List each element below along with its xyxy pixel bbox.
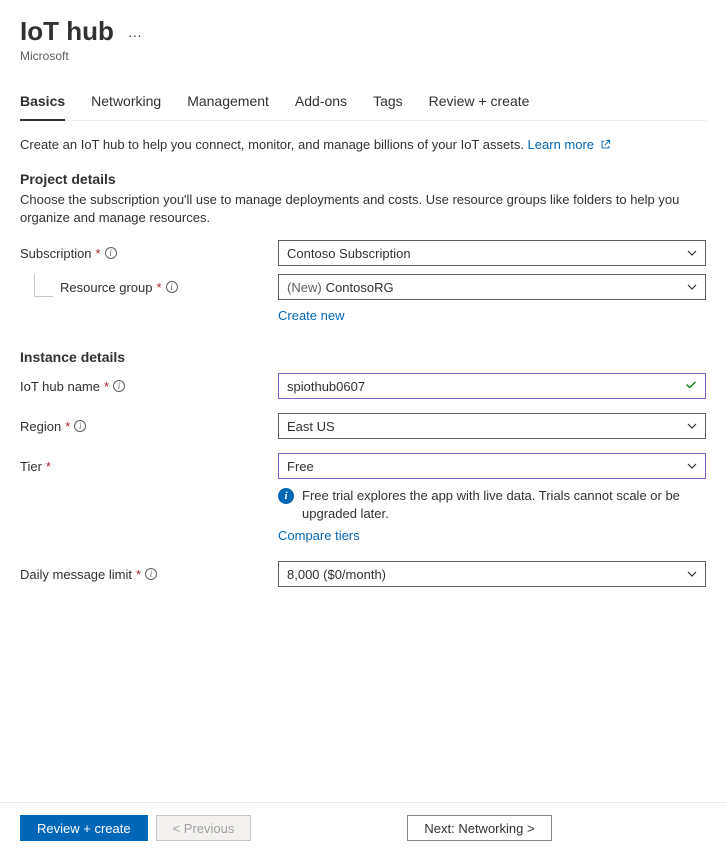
tab-tags[interactable]: Tags: [373, 93, 403, 121]
required-asterisk: *: [157, 280, 162, 295]
publisher-label: Microsoft: [20, 49, 706, 63]
iothub-name-input[interactable]: [278, 373, 706, 399]
subscription-value: Contoso Subscription: [287, 246, 411, 261]
info-icon[interactable]: i: [166, 281, 178, 293]
more-icon[interactable]: ···: [128, 27, 142, 43]
iothub-name-label: IoT hub name * i: [20, 379, 278, 394]
tier-label-text: Tier: [20, 459, 42, 474]
subscription-label-text: Subscription: [20, 246, 92, 261]
required-asterisk: *: [46, 459, 51, 474]
required-asterisk: *: [96, 246, 101, 261]
daily-message-limit-label-text: Daily message limit: [20, 567, 132, 582]
resource-group-label-text: Resource group: [60, 280, 153, 295]
region-label-text: Region: [20, 419, 61, 434]
resource-group-value: ContosoRG: [326, 280, 394, 295]
validation-check-icon: [684, 378, 698, 395]
compare-tiers-link[interactable]: Compare tiers: [278, 528, 360, 543]
daily-message-limit-label: Daily message limit * i: [20, 567, 278, 582]
project-details-desc: Choose the subscription you'll use to ma…: [20, 191, 706, 226]
review-create-button[interactable]: Review + create: [20, 815, 148, 841]
info-icon[interactable]: i: [74, 420, 86, 432]
info-icon[interactable]: i: [145, 568, 157, 580]
tab-review[interactable]: Review + create: [429, 93, 530, 121]
daily-message-limit-select[interactable]: 8,000 ($0/month): [278, 561, 706, 587]
required-asterisk: *: [104, 379, 109, 394]
tab-management[interactable]: Management: [187, 93, 269, 121]
region-select[interactable]: East US: [278, 413, 706, 439]
project-details-heading: Project details: [20, 171, 706, 187]
tab-addons[interactable]: Add-ons: [295, 93, 347, 121]
required-asterisk: *: [65, 419, 70, 434]
resource-group-select[interactable]: (New) ContosoRG: [278, 274, 706, 300]
resource-group-label: Resource group * i: [20, 280, 278, 295]
tier-select[interactable]: Free: [278, 453, 706, 479]
required-asterisk: *: [136, 567, 141, 582]
tab-basics[interactable]: Basics: [20, 93, 65, 121]
region-value: East US: [287, 419, 335, 434]
previous-button: < Previous: [156, 815, 252, 841]
tier-value: Free: [287, 459, 314, 474]
intro-body: Create an IoT hub to help you connect, m…: [20, 137, 528, 152]
tab-networking[interactable]: Networking: [91, 93, 161, 121]
tabs-bar: Basics Networking Management Add-ons Tag…: [20, 93, 706, 121]
daily-message-limit-value: 8,000 ($0/month): [287, 567, 386, 582]
wizard-footer: Review + create < Previous Next: Network…: [0, 802, 726, 853]
next-button[interactable]: Next: Networking >: [407, 815, 551, 841]
iothub-name-label-text: IoT hub name: [20, 379, 100, 394]
resource-group-prefix: (New): [287, 280, 322, 295]
region-label: Region * i: [20, 419, 278, 434]
instance-details-heading: Instance details: [20, 349, 706, 365]
tier-info-text: Free trial explores the app with live da…: [302, 487, 706, 522]
tier-label: Tier *: [20, 459, 278, 474]
subscription-label: Subscription * i: [20, 246, 278, 261]
intro-text: Create an IoT hub to help you connect, m…: [20, 137, 706, 153]
info-icon: i: [278, 488, 294, 504]
learn-more-link[interactable]: Learn more: [528, 137, 611, 152]
learn-more-label: Learn more: [528, 137, 594, 152]
page-title: IoT hub: [20, 16, 114, 47]
create-new-rg-link[interactable]: Create new: [278, 308, 344, 323]
subscription-select[interactable]: Contoso Subscription: [278, 240, 706, 266]
external-link-icon: [600, 138, 611, 153]
info-icon[interactable]: i: [105, 247, 117, 259]
info-icon[interactable]: i: [113, 380, 125, 392]
